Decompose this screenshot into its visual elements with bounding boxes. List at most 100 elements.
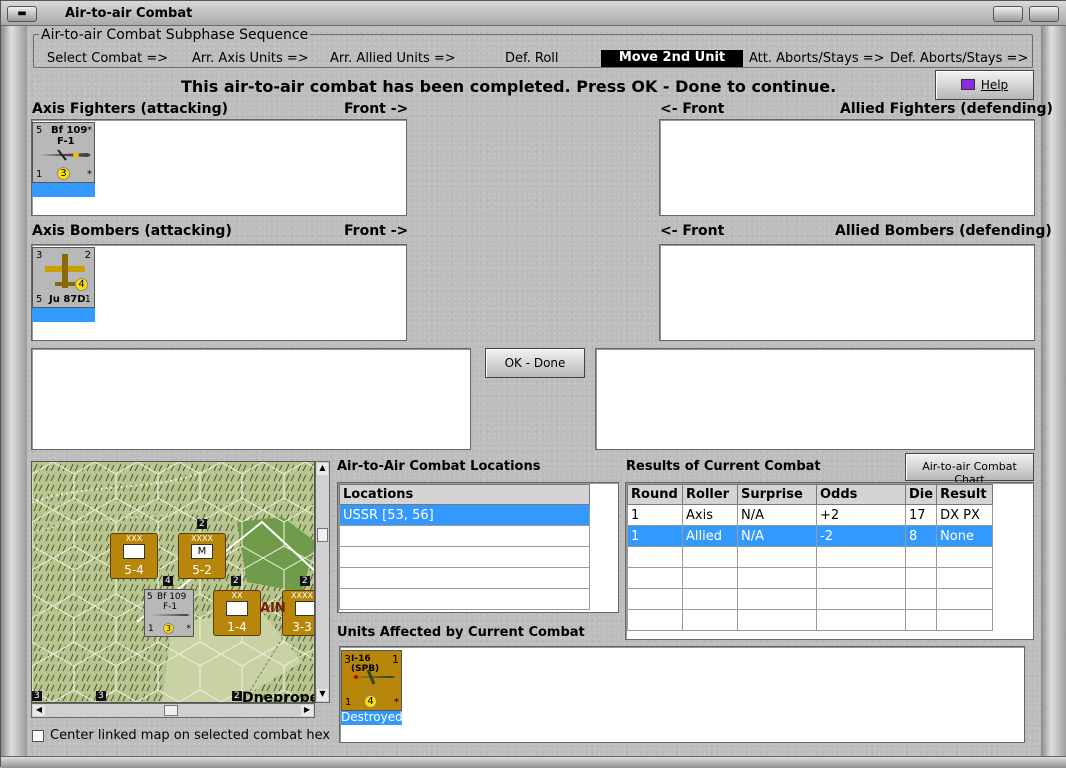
col-roller: Roller	[682, 484, 738, 505]
result-row-empty	[627, 567, 994, 589]
bomber-top-left: 3	[36, 250, 43, 261]
map-unit-xxxx-m[interactable]: XXXX M 5-2	[178, 533, 226, 579]
map-vertical-scrollbar[interactable]: ▲ ▼	[315, 461, 330, 703]
i16-bl: 1	[345, 697, 352, 708]
affected-units-box	[339, 646, 1025, 743]
col-round: Round	[627, 484, 683, 505]
results-header-row: Round Roller Surprise Odds Die Result	[627, 484, 994, 505]
map-unit-value: 5-4	[124, 563, 144, 577]
combat-chart-button[interactable]: Air-to-air Combat Chart	[905, 453, 1034, 486]
bf109-fighter-counter[interactable]: 5 Bf 109 * F-1 1 3 *	[32, 122, 95, 183]
cell-round: 1	[627, 504, 683, 526]
stack-count-badge: 3	[32, 691, 42, 701]
linked-map[interactable]: XXX 5-4 XXXX M 5-2 XX 1-4 XXXX 3-3 5 Bf …	[31, 461, 315, 703]
counter-bottom-left: 1	[36, 169, 43, 180]
map-unit-value: 5-2	[192, 563, 212, 577]
map-horizontal-scrollbar[interactable]: ◀ ▶	[31, 703, 315, 718]
axis-bombers-label: Axis Bombers (attacking)	[32, 223, 232, 239]
result-row[interactable]: 1 Axis N/A +2 17 DX PX	[627, 504, 994, 526]
window-menu-button[interactable]: ▬	[7, 6, 37, 22]
right-frame	[1041, 26, 1066, 768]
map-unit-size: XXX	[125, 534, 143, 543]
results-title: Results of Current Combat	[626, 459, 821, 474]
bomber-bottom-right: 1	[84, 294, 91, 305]
map-unit-xxxx-edge[interactable]: XXXX 3-3	[282, 590, 314, 636]
i16-coin: 4	[364, 695, 377, 708]
scroll-left-icon[interactable]: ◀	[33, 705, 45, 716]
map-unit-mark: M	[197, 546, 207, 557]
left-frame	[1, 26, 27, 768]
cell-round: 1	[627, 525, 683, 547]
scroll-up-icon[interactable]: ▲	[317, 463, 328, 475]
help-label: Help	[980, 78, 1009, 92]
map-counter-tl: 5	[147, 592, 153, 602]
cell-result: DX PX	[936, 504, 994, 526]
allied-bombers-front-label: <- Front	[660, 223, 725, 239]
allied-bombers-box[interactable]	[659, 244, 1035, 341]
location-cell[interactable]: USSR [53, 56]	[339, 504, 590, 526]
mechanized-symbol-icon: M	[191, 544, 213, 559]
affected-title: Units Affected by Current Combat	[337, 625, 585, 640]
counter-bottom-right: *	[87, 169, 92, 180]
ju87d-bomber-counter[interactable]: 3 2 4 5 Ju 87D 1	[32, 247, 95, 308]
seq-step-def-roll: Def. Roll	[505, 51, 559, 66]
cell-surprise: N/A	[737, 525, 817, 547]
bomber-name: Ju 87D	[49, 294, 86, 305]
ok-done-button[interactable]: OK - Done	[485, 348, 585, 378]
col-result: Result	[936, 484, 994, 505]
minimize-button[interactable]	[993, 6, 1023, 22]
map-unit-value: 3-3	[292, 620, 312, 634]
stack-count-badge: 2	[300, 576, 310, 586]
infantry-symbol-icon	[123, 544, 145, 559]
results-table: Round Roller Surprise Odds Die Result 1 …	[627, 484, 994, 631]
map-bf109-counter[interactable]: 5 Bf 109 F-1 1 3 *	[144, 589, 194, 637]
status-message: This air-to-air combat has been complete…	[181, 77, 837, 96]
location-row-empty	[339, 525, 590, 547]
scroll-right-icon[interactable]: ▶	[301, 705, 313, 716]
help-button[interactable]: Help	[935, 70, 1034, 100]
cell-die: 17	[904, 504, 938, 526]
map-unit-xx[interactable]: XX 1-4	[213, 590, 261, 636]
allied-bombers-label: Allied Bombers (defending)	[835, 223, 1052, 239]
seq-step-def-aborts: Def. Aborts/Stays =>	[890, 51, 1029, 66]
map-counter-br: *	[186, 624, 192, 634]
center-map-checkbox-label: Center linked map on selected combat hex	[50, 728, 331, 743]
allied-info-box	[595, 348, 1035, 450]
stack-count-badge: 3	[96, 691, 106, 701]
seq-step-move-2nd-unit: Move 2nd Unit	[601, 50, 743, 67]
result-row-empty	[627, 546, 994, 568]
center-map-checkbox[interactable]	[32, 730, 44, 742]
fighter-selection-strip	[32, 183, 95, 197]
help-book-icon	[960, 79, 975, 90]
i16-br: *	[394, 697, 399, 708]
location-row[interactable]: USSR [53, 56]	[339, 504, 590, 526]
map-unit-xxx[interactable]: XXX 5-4	[110, 533, 158, 579]
i16-tl: 3	[344, 653, 351, 666]
allied-fighters-front-label: <- Front	[660, 101, 725, 117]
bottom-frame	[1, 756, 1066, 768]
map-unit-size: XXXX	[191, 534, 213, 543]
axis-bombers-front-label: Front ->	[344, 223, 409, 239]
soviet-fighter-icon	[350, 669, 396, 685]
cell-odds: -2	[816, 525, 906, 547]
maximize-button[interactable]	[1029, 6, 1059, 22]
cell-roller: Allied	[682, 525, 738, 547]
i16-counter[interactable]: 3 I-16 (SPB) 1 1 4 *	[341, 650, 402, 711]
sequence-title: Air-to-air Combat Subphase Sequence	[39, 27, 311, 43]
map-terrain	[32, 462, 314, 702]
allied-fighters-label: Allied Fighters (defending)	[840, 101, 1053, 117]
stack-count-badge: 4	[163, 576, 173, 586]
location-row-empty	[339, 546, 590, 568]
vertical-scroll-thumb[interactable]	[317, 528, 328, 542]
result-row-selected[interactable]: 1 Allied N/A -2 8 None	[627, 525, 994, 547]
horizontal-scroll-thumb[interactable]	[164, 705, 178, 716]
air-combat-window: ▬ Air-to-air Combat Air-to-air Combat Su…	[0, 0, 1066, 768]
map-unit-size: XX	[231, 591, 243, 600]
scroll-down-icon[interactable]: ▼	[317, 689, 328, 701]
seq-step-att-aborts: Att. Aborts/Stays =>	[749, 51, 885, 66]
allied-fighters-box[interactable]	[659, 119, 1035, 216]
counter-top-right: *	[87, 125, 92, 136]
title-bar[interactable]: ▬ Air-to-air Combat	[1, 1, 1066, 26]
destroyed-status: Destroyed	[341, 710, 403, 725]
locations-header: Locations	[339, 484, 590, 505]
